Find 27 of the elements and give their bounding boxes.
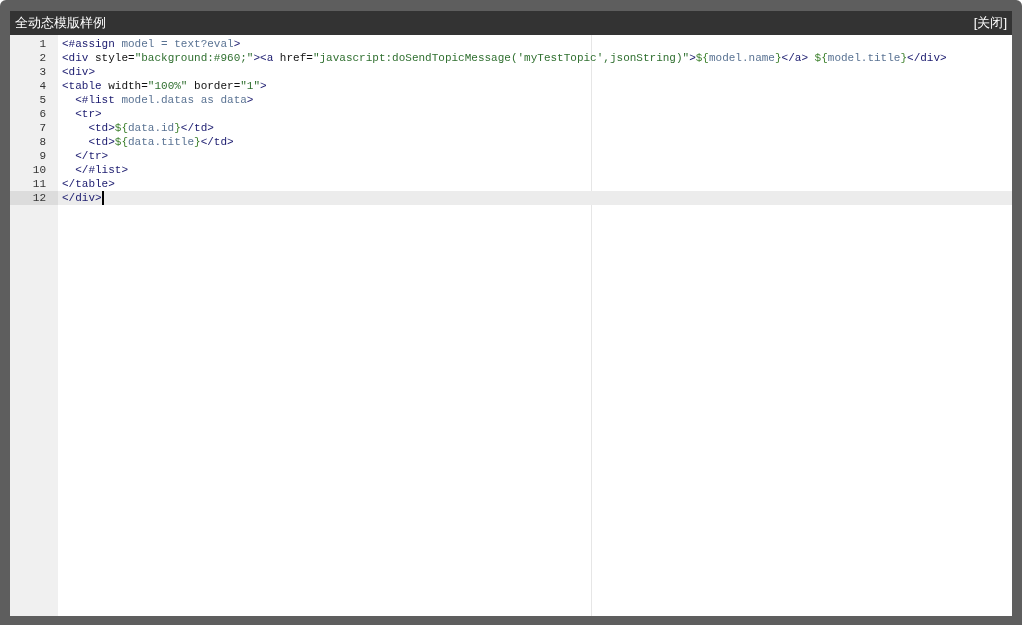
code-line: <#list model.datas as data>	[74, 93, 255, 107]
code-line: <div style="background:#960;"><a href="javascript:doSendTopicMessage('myTestTopic',jsonString)">${model.name}</a> ${model.title}</div>	[61, 51, 948, 65]
code-line: <td>${data.id}</td>	[87, 121, 215, 135]
code-line: </tr>	[74, 149, 110, 163]
code-line: </table>	[61, 177, 116, 191]
line-number: 4	[39, 80, 46, 92]
code-line: <#assign model = text?eval>	[61, 37, 242, 51]
line-number: 2	[39, 52, 46, 64]
line-number: 3	[39, 66, 46, 78]
window-title: 全动态模版样例	[15, 14, 106, 33]
text-cursor	[101, 191, 104, 205]
code-line: <div>	[61, 65, 96, 79]
line-number: 10	[32, 164, 46, 176]
line-number: 1	[39, 38, 46, 50]
code-line: <td>${data.title}</td>	[87, 135, 235, 149]
close-link[interactable]: [关闭]	[973, 13, 1007, 33]
line-number: 11	[32, 178, 46, 190]
code-line: <table width="100%" border="1">	[61, 79, 268, 93]
line-number: 6	[39, 108, 46, 120]
line-number: 8	[39, 136, 46, 148]
line-number: 9	[39, 150, 46, 162]
line-number: 12	[32, 192, 46, 204]
line-number: 7	[39, 122, 46, 134]
code-line: </#list>	[74, 163, 129, 177]
code-line: <tr>	[74, 107, 103, 121]
line-number: 5	[39, 94, 46, 106]
code-editor[interactable]	[10, 35, 1012, 616]
